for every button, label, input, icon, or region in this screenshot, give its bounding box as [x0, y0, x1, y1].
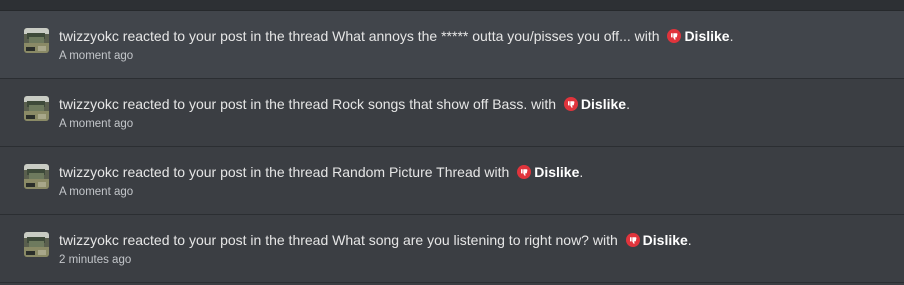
alerts-header-strip [0, 0, 904, 11]
reaction-label: Dislike [684, 28, 730, 44]
alert-time: A moment ago [59, 186, 134, 198]
thumbs-down-icon [625, 233, 640, 247]
alerts-list: twizzyokc reacted to your post in the th… [0, 0, 904, 285]
alert-username[interactable]: twizzyokc [59, 164, 119, 180]
alert-punct: . [729, 28, 734, 44]
alert-punct: . [687, 232, 692, 248]
alert-thread-link[interactable]: What annoys the ***** outta you/pisses y… [332, 28, 631, 44]
thumbs-down-icon [667, 29, 682, 43]
alert-action-text: reacted to your post in the thread [118, 164, 333, 180]
alert-with-text: with [527, 96, 560, 112]
alert-message: twizzyokc reacted to your post in the th… [59, 27, 733, 45]
alert-with-text: with [480, 164, 514, 180]
alert-punct: . [626, 96, 630, 112]
alert-time: A moment ago [59, 50, 134, 62]
alert-action-text: reacted to your post in the thread [118, 28, 333, 44]
alert-action-text: reacted to your post in the thread [118, 96, 333, 112]
alert-username[interactable]: twizzyokc [59, 96, 119, 112]
alert-message: twizzyokc reacted to your post in the th… [59, 231, 692, 249]
alert-message: twizzyokc reacted to your post in the th… [59, 163, 583, 181]
alert-item[interactable]: twizzyokc reacted to your post in the th… [0, 215, 904, 283]
alert-item[interactable]: twizzyokc reacted to your post in the th… [0, 147, 904, 215]
alert-punct: . [579, 164, 584, 180]
alert-time: 2 minutes ago [59, 254, 132, 266]
reaction-label: Dislike [642, 232, 688, 248]
thumbs-down-icon [517, 165, 532, 179]
reaction-label: Dislike [534, 164, 580, 180]
alert-action-text: reacted to your post in the thread [118, 232, 333, 248]
user-avatar[interactable] [24, 164, 49, 189]
alert-username[interactable]: twizzyokc [59, 232, 119, 248]
user-avatar[interactable] [24, 96, 49, 121]
alert-item[interactable]: twizzyokc reacted to your post in the th… [0, 11, 904, 79]
alert-with-text: with [588, 232, 622, 248]
alert-thread-link[interactable]: Random Picture Thread [332, 164, 480, 180]
alert-message: twizzyokc reacted to your post in the th… [59, 95, 630, 113]
alert-thread-link[interactable]: Rock songs that show off Bass. [332, 96, 527, 112]
user-avatar[interactable] [24, 28, 49, 53]
thumbs-down-icon [563, 97, 578, 111]
user-avatar[interactable] [24, 232, 49, 257]
reaction-label: Dislike [580, 96, 627, 112]
alert-item[interactable]: twizzyokc reacted to your post in the th… [0, 79, 904, 147]
alert-with-text: with [630, 28, 664, 44]
alert-thread-link[interactable]: What song are you listening to right now… [332, 232, 589, 248]
alert-username[interactable]: twizzyokc [59, 28, 119, 44]
alert-time: A moment ago [59, 118, 134, 130]
